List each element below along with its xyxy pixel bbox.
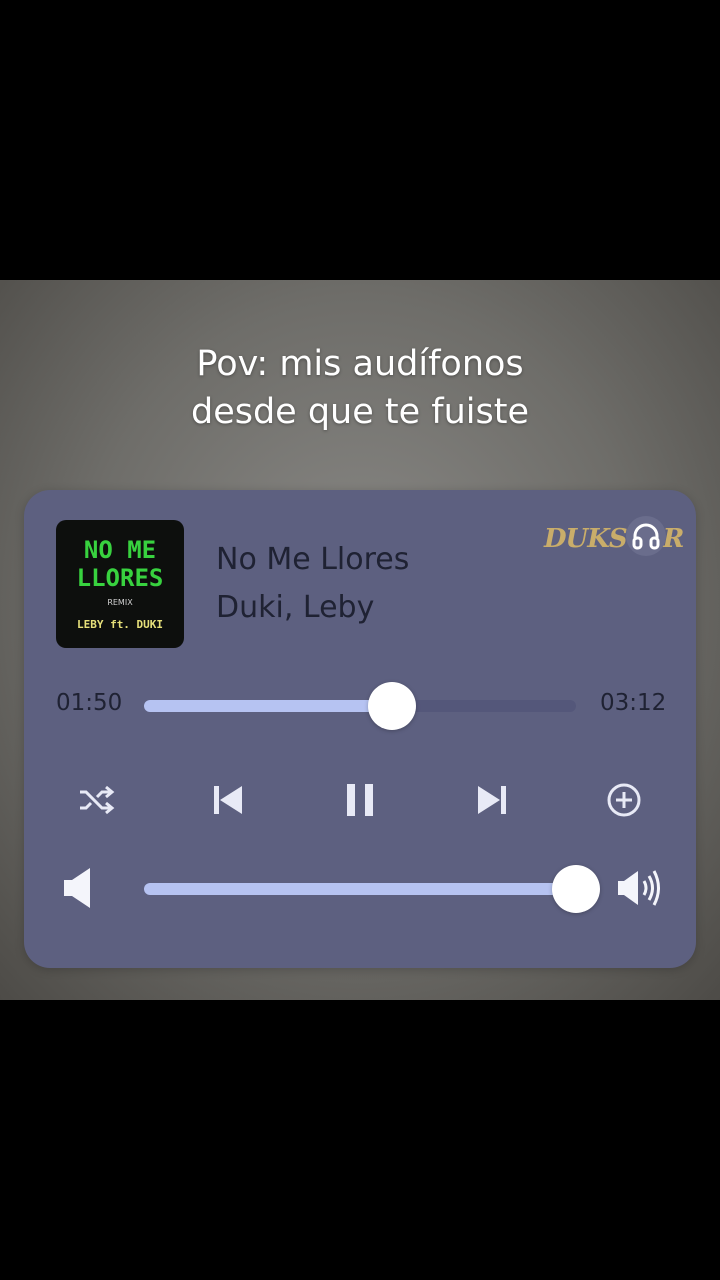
headphones-icon[interactable] bbox=[626, 516, 666, 556]
music-player-card: NO ME LLORES REMIX LEBY ft. DUKI No Me L… bbox=[24, 490, 696, 968]
next-button[interactable] bbox=[470, 778, 514, 822]
album-art-title-1: NO ME bbox=[83, 536, 157, 564]
pause-button[interactable] bbox=[338, 778, 382, 822]
shuffle-icon bbox=[80, 785, 115, 815]
add-circle-icon bbox=[607, 783, 641, 817]
pause-icon bbox=[347, 784, 373, 816]
volume-high-icon[interactable] bbox=[616, 866, 664, 914]
next-icon bbox=[478, 786, 506, 814]
previous-button[interactable] bbox=[206, 778, 250, 822]
album-art: NO ME LLORES REMIX LEBY ft. DUKI bbox=[56, 520, 184, 648]
caption-line-1: Pov: mis audífonos bbox=[196, 344, 524, 384]
progress-thumb[interactable] bbox=[367, 682, 416, 730]
shuffle-button[interactable] bbox=[74, 778, 118, 822]
add-button[interactable] bbox=[602, 778, 646, 822]
progress-fill bbox=[144, 700, 392, 712]
track-artist: Duki, Leby bbox=[216, 590, 375, 625]
album-art-subtitle: REMIX bbox=[107, 598, 133, 607]
album-art-title-2: LLORES bbox=[76, 564, 164, 592]
volume-low-icon[interactable] bbox=[62, 866, 96, 914]
total-time: 03:12 bbox=[600, 690, 667, 716]
caption: Pov: mis audífonos desde que te fuiste bbox=[0, 340, 720, 436]
previous-icon bbox=[214, 786, 242, 814]
volume-fill bbox=[144, 883, 576, 895]
progress-slider[interactable] bbox=[144, 682, 576, 730]
caption-line-2: desde que te fuiste bbox=[190, 392, 530, 432]
volume-slider[interactable] bbox=[144, 865, 600, 913]
elapsed-time: 01:50 bbox=[56, 690, 123, 716]
video-frame: Pov: mis audífonos desde que te fuiste N… bbox=[0, 280, 720, 1000]
album-art-credit: LEBY ft. DUKI bbox=[76, 618, 164, 631]
track-title: No Me Llores bbox=[216, 542, 410, 577]
volume-thumb[interactable] bbox=[552, 865, 600, 913]
